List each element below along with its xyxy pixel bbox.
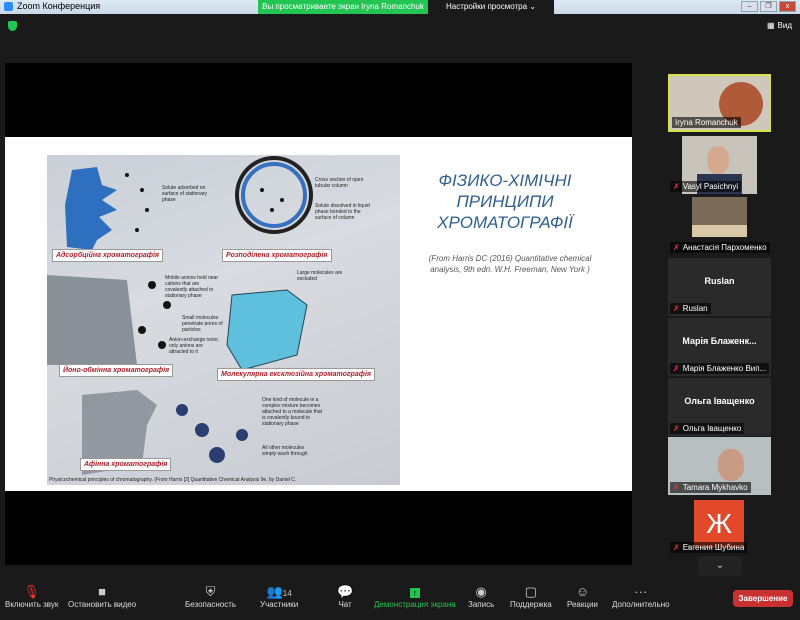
mic-muted-icon: ✗ [673,243,680,252]
people-icon: 👥14 [266,584,292,599]
support-button[interactable]: ▢ Поддержка [510,584,552,609]
participant-name: Vasyl Pasichnyi [682,182,739,191]
mic-muted-icon: ✗ [673,424,680,433]
mic-muted-icon: 🎙 [23,584,40,599]
more-icon: ··· [634,584,648,599]
participant-tile[interactable]: Ж ✗ Евгения Шубина [668,497,771,555]
shared-screen: Solute adsorbed on surface of stationary… [5,63,632,565]
label: Чат [338,600,352,609]
grid-icon: ▦ [766,21,775,30]
slide: Solute adsorbed on surface of stationary… [5,137,632,491]
mic-muted-icon: ✗ [673,182,680,191]
avatar: Ж [694,500,744,548]
mic-muted-icon: ✗ [673,364,680,373]
security-button[interactable]: ⛨ Безопасность [185,584,236,609]
view-settings-dropdown[interactable]: Настройки просмотра ⌄ [428,0,554,14]
participant-name: Tamara Mykhavko [682,483,748,492]
participants-count: 14 [282,589,292,598]
title-bar: Zoom Конференция Вы просматриваете экран… [0,0,800,14]
mic-muted-icon: ✗ [673,543,680,552]
participant-tile[interactable]: Ольга Іващенко ✗ Ольга Іващенко [668,378,771,436]
participant-name: Анастасія Пархоменко [682,243,767,252]
chat-button[interactable]: 💬 Чат [337,584,353,609]
maximize-button[interactable]: ❐ [760,1,777,12]
meeting-toolbar: 🎙 Включить звук ■ Остановить видео ⛨ Безопа… [0,580,800,620]
camera-icon: ■ [98,584,107,599]
participant-name: Марія Блаженко Вип... [682,364,767,373]
label-size-exclusion: Молекулярна ексклюзійна хроматографія [217,368,376,381]
view-label: Вид [777,21,792,30]
chromatography-figure: Solute adsorbed on surface of stationary… [47,155,400,485]
scroll-down-chevron-icon[interactable]: ⌄ [698,556,742,576]
participant-name: Iryna Romanchuk [675,118,738,127]
mic-muted-icon: ✗ [673,304,680,313]
encryption-shield-icon[interactable] [8,21,17,31]
screen-share-banner: Вы просматриваете экран Iryna Romanchuk [258,0,428,14]
caption: Cross section of open tubular column [315,177,364,189]
label-partition: Розподілена хроматографія [222,249,332,262]
view-button[interactable]: ▦ Вид [767,21,792,30]
unmute-button[interactable]: 🎙 Включить звук [5,584,58,609]
label-ion-exchange: Йоно-обмінна хроматографія [59,364,174,377]
end-meeting-button[interactable]: Завершение [733,590,793,607]
participant-name: Евгения Шубина [682,543,745,552]
participant-tile[interactable]: ✗ Анастасія Пархоменко [668,197,771,255]
participant-tile[interactable]: Ruslan ✗ Ruslan [668,258,771,316]
share-screen-icon: ↑ [374,584,456,600]
caption: Solute adsorbed on surface of stationary… [162,185,208,203]
participant-tile[interactable]: Марія Блаженк... ✗ Марія Блаженко Вип... [668,318,771,376]
participant-tile[interactable]: ✗ Tamara Mykhavko [668,437,771,495]
stop-video-button[interactable]: ■ Остановить видео [68,584,136,609]
participant-display-name: Ruslan [704,276,735,286]
label: Поддержка [510,600,552,609]
label: Реакции [567,600,598,609]
caption: Large molecules are excluded [297,270,343,282]
slide-reference: (From Harris DC (2016) Quantitative chem… [428,254,592,274]
support-icon: ▢ [524,584,538,599]
participant-name: Ольга Іващенко [682,424,742,433]
shield-icon: ⛨ [205,584,216,599]
figure-source: Physicochemical principles of chromatogr… [49,477,297,483]
label: Безопасность [185,600,237,609]
reaction-icon: ☺ [575,584,590,599]
record-icon: ◉ [475,584,487,599]
zoom-logo-icon [4,1,13,11]
chat-icon: 💬 [337,584,354,599]
caption: Solute dissolved in liquid phase bonded … [315,203,370,221]
label: Запись [468,600,495,609]
minimize-button[interactable]: – [741,1,758,12]
window-title: Zoom Конференция [17,1,101,11]
participants-button[interactable]: 👥14 Участники [260,584,298,609]
caption: One kind of molecule in a complex mixtur… [262,397,323,427]
caption: Anion-exchange resin; only anions are at… [169,337,219,355]
participant-tile[interactable]: Iryna Romanchuk [668,74,771,132]
mic-muted-icon: ✗ [673,483,680,492]
more-button[interactable]: ··· Дополнительно [612,584,670,609]
caption: All other molecules simply wash through [262,445,308,457]
caption: Mobile anions held near cations that are… [165,275,219,299]
label-adsorption: Адсорбційна хроматографія [52,249,164,262]
participant-tile[interactable]: ✗ Vasyl Pasichnyi [668,136,771,194]
label: Участники [260,600,299,609]
label-affinity: Афінна хроматографія [80,458,172,471]
share-screen-button[interactable]: ↑ Демонстрация экрана [374,584,456,609]
label: Включить звук [5,600,59,609]
label: Остановить видео [68,600,137,609]
close-button[interactable]: x [779,1,796,12]
reactions-button[interactable]: ☺ Реакции [567,584,598,609]
slide-title: ФІЗИКО-ХІМІЧНІ ПРИНЦИПИ ХРОМАТОГРАФІЇ [437,171,573,232]
participant-display-name: Ольга Іващенко [684,396,755,406]
caption: Small molecules penetrate pores of parti… [182,315,223,333]
label: Демонстрация экрана [374,600,456,609]
label: Дополнительно [612,600,670,609]
participant-display-name: Марія Блаженк... [682,336,757,346]
participant-name: Ruslan [682,304,708,313]
record-button[interactable]: ◉ Запись [468,584,494,609]
